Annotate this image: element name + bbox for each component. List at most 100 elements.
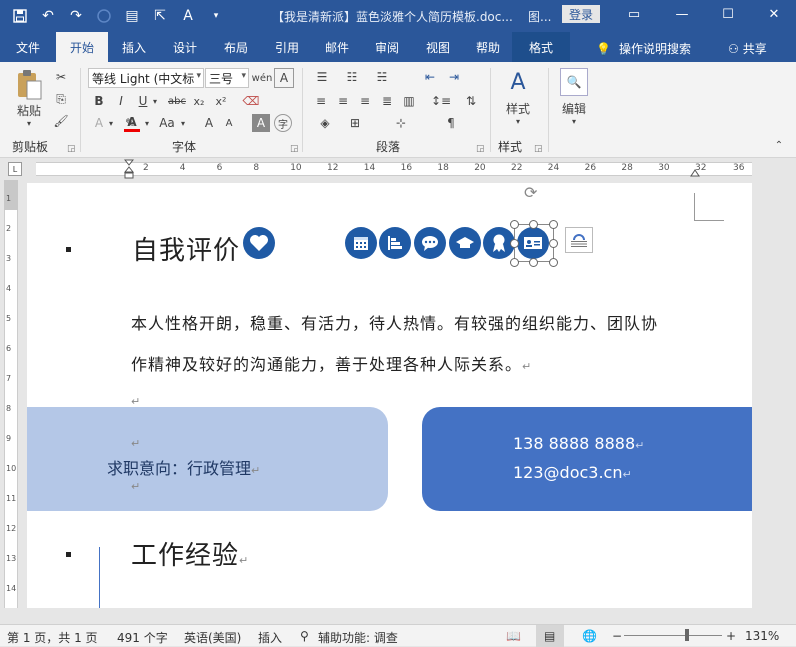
- undo-icon[interactable]: ↶: [36, 4, 60, 28]
- paste-icon[interactable]: [12, 68, 46, 102]
- multilevel-list-icon[interactable]: ☵: [372, 68, 392, 86]
- superscript-icon[interactable]: x²: [212, 92, 230, 110]
- tab-mailings[interactable]: 邮件: [312, 32, 362, 62]
- graduation-cap-icon[interactable]: [449, 227, 481, 259]
- heart-icon[interactable]: [243, 227, 275, 259]
- styles-button-label[interactable]: 样式: [500, 100, 536, 116]
- circle-icon[interactable]: [92, 4, 116, 28]
- borders-icon[interactable]: ⊞: [344, 114, 366, 132]
- read-mode-icon[interactable]: 📖: [506, 629, 521, 643]
- zoom-slider-track[interactable]: [624, 635, 722, 636]
- resize-handle[interactable]: [510, 239, 519, 248]
- save-icon[interactable]: [8, 4, 32, 28]
- tab-layout[interactable]: 布局: [210, 32, 262, 62]
- numbering-icon[interactable]: ☷: [342, 68, 362, 86]
- cut-icon[interactable]: ✂: [52, 68, 70, 86]
- shading-icon[interactable]: ◈: [314, 114, 336, 132]
- tab-selector-icon[interactable]: L: [8, 162, 22, 176]
- collapse-ribbon-icon[interactable]: ⌃: [772, 138, 786, 152]
- vertical-ruler[interactable]: 1 2 3 4 5 6 7 8 9 10 11 12 13 14: [0, 180, 22, 608]
- self-evaluation-heading[interactable]: 自我评价: [132, 230, 240, 267]
- grow-font-icon[interactable]: A: [200, 114, 218, 132]
- minimize-icon[interactable]: —: [670, 4, 694, 24]
- format-painter-icon[interactable]: 🖌: [52, 112, 70, 130]
- font-color-dropdown-icon[interactable]: ▾: [142, 114, 152, 132]
- copy-icon[interactable]: ⎘: [52, 90, 70, 108]
- resize-handle[interactable]: [529, 258, 538, 267]
- find-icon[interactable]: 🔍: [560, 68, 588, 96]
- tab-file[interactable]: 文件: [0, 32, 56, 62]
- document-page[interactable]: 自我评价 ⟳ 本人性格开朗，稳重、有活力，待人热情。有较强的组织能力、团队协 作…: [27, 183, 752, 608]
- tab-view[interactable]: 视图: [412, 32, 464, 62]
- tab-help[interactable]: 帮助: [464, 32, 512, 62]
- maximize-icon[interactable]: ☐: [716, 4, 740, 24]
- clipboard-format-icon[interactable]: ▤: [120, 4, 144, 28]
- decrease-indent-icon[interactable]: ⇤: [420, 68, 440, 86]
- select-pointer-icon[interactable]: ⇱: [148, 4, 172, 28]
- customize-qat-icon[interactable]: ▾: [204, 4, 228, 28]
- contact-card[interactable]: 138 8888 8888↵ 123@doc3.cn↵: [422, 407, 752, 511]
- resize-handle[interactable]: [549, 258, 558, 267]
- horizontal-ruler[interactable]: L 2 4 6 8 10 12 14 16 18 20 22 24 26 28 30 32 36: [0, 158, 796, 180]
- zoom-in-icon[interactable]: +: [726, 629, 736, 643]
- page-count[interactable]: 第 1 页，共 1 页: [7, 629, 98, 646]
- change-case-dropdown-icon[interactable]: ▾: [178, 114, 188, 132]
- bold-icon[interactable]: B: [90, 92, 108, 110]
- paste-dropdown-icon[interactable]: ▾: [22, 118, 36, 128]
- chat-bubble-icon[interactable]: [414, 227, 446, 259]
- zoom-out-icon[interactable]: −: [612, 629, 622, 643]
- font-color-icon[interactable]: A: [124, 114, 140, 132]
- change-case-icon[interactable]: Aa: [156, 114, 178, 132]
- resize-handle[interactable]: [510, 258, 519, 267]
- tab-format[interactable]: 格式: [512, 32, 570, 62]
- work-experience-heading[interactable]: 工作经验↵: [131, 535, 249, 572]
- chart-bar-icon[interactable]: [379, 227, 411, 259]
- styles-dropdown-icon[interactable]: ▾: [512, 116, 524, 126]
- styles-icon[interactable]: A: [502, 66, 534, 98]
- resize-handle[interactable]: [529, 220, 538, 229]
- shrink-font-icon[interactable]: A: [220, 114, 238, 132]
- language-indicator[interactable]: 英语(美国): [184, 629, 241, 646]
- editing-button-label[interactable]: 编辑: [556, 100, 592, 116]
- web-layout-icon[interactable]: 🌐: [582, 629, 597, 643]
- rotate-handle-icon[interactable]: ⟳: [524, 183, 544, 203]
- tab-home[interactable]: 开始: [56, 32, 108, 62]
- font-style-icon[interactable]: A: [176, 4, 200, 28]
- calendar-icon[interactable]: [345, 227, 377, 259]
- clipboard-launcher-icon[interactable]: ◲: [67, 144, 76, 154]
- right-indent-icon[interactable]: [690, 166, 700, 177]
- resize-handle[interactable]: [549, 239, 558, 248]
- resize-handle[interactable]: [549, 220, 558, 229]
- tab-design[interactable]: 设计: [160, 32, 210, 62]
- align-right-icon[interactable]: ≡: [356, 92, 374, 110]
- underline-dropdown-icon[interactable]: ▾: [150, 92, 160, 110]
- tab-review[interactable]: 审阅: [362, 32, 412, 62]
- clear-format-icon[interactable]: ⌫: [242, 92, 260, 110]
- sort-icon[interactable]: ⇅: [462, 92, 480, 110]
- increase-indent-icon[interactable]: ⇥: [444, 68, 464, 86]
- font-size-combo[interactable]: 三号 ▾: [205, 68, 249, 88]
- paste-button-label[interactable]: 粘贴: [12, 102, 46, 118]
- zoom-level[interactable]: 131%: [745, 629, 779, 643]
- resize-handle[interactable]: [510, 220, 519, 229]
- styles-launcher-icon[interactable]: ◲: [534, 144, 543, 154]
- phonetic-guide-icon[interactable]: wén: [252, 68, 273, 88]
- indent-marker-icon[interactable]: [123, 158, 135, 180]
- editing-dropdown-icon[interactable]: ▾: [568, 116, 580, 126]
- italic-icon[interactable]: I: [112, 92, 130, 110]
- align-left-icon[interactable]: ≡: [312, 92, 330, 110]
- job-intent-card[interactable]: ↵ 求职意向：行政管理↵ ↵: [27, 407, 388, 511]
- tell-me-search[interactable]: 💡 操作说明搜索: [596, 40, 691, 57]
- subscript-icon[interactable]: x₂: [190, 92, 208, 110]
- bullets-icon[interactable]: ☰: [312, 68, 332, 86]
- share-button[interactable]: ⚇ 共享: [728, 40, 767, 57]
- font-name-combo[interactable]: 等线 Light (中文标 ▾: [88, 68, 204, 88]
- distributed-icon[interactable]: ▥: [400, 92, 418, 110]
- justify-icon[interactable]: ≣: [378, 92, 396, 110]
- char-shading-icon[interactable]: A: [252, 114, 270, 132]
- layout-options-icon[interactable]: [565, 227, 593, 253]
- close-icon[interactable]: ✕: [762, 4, 786, 24]
- tab-references[interactable]: 引用: [262, 32, 312, 62]
- char-border-icon[interactable]: A: [274, 68, 294, 88]
- accessibility-icon[interactable]: ⚲: [300, 629, 309, 643]
